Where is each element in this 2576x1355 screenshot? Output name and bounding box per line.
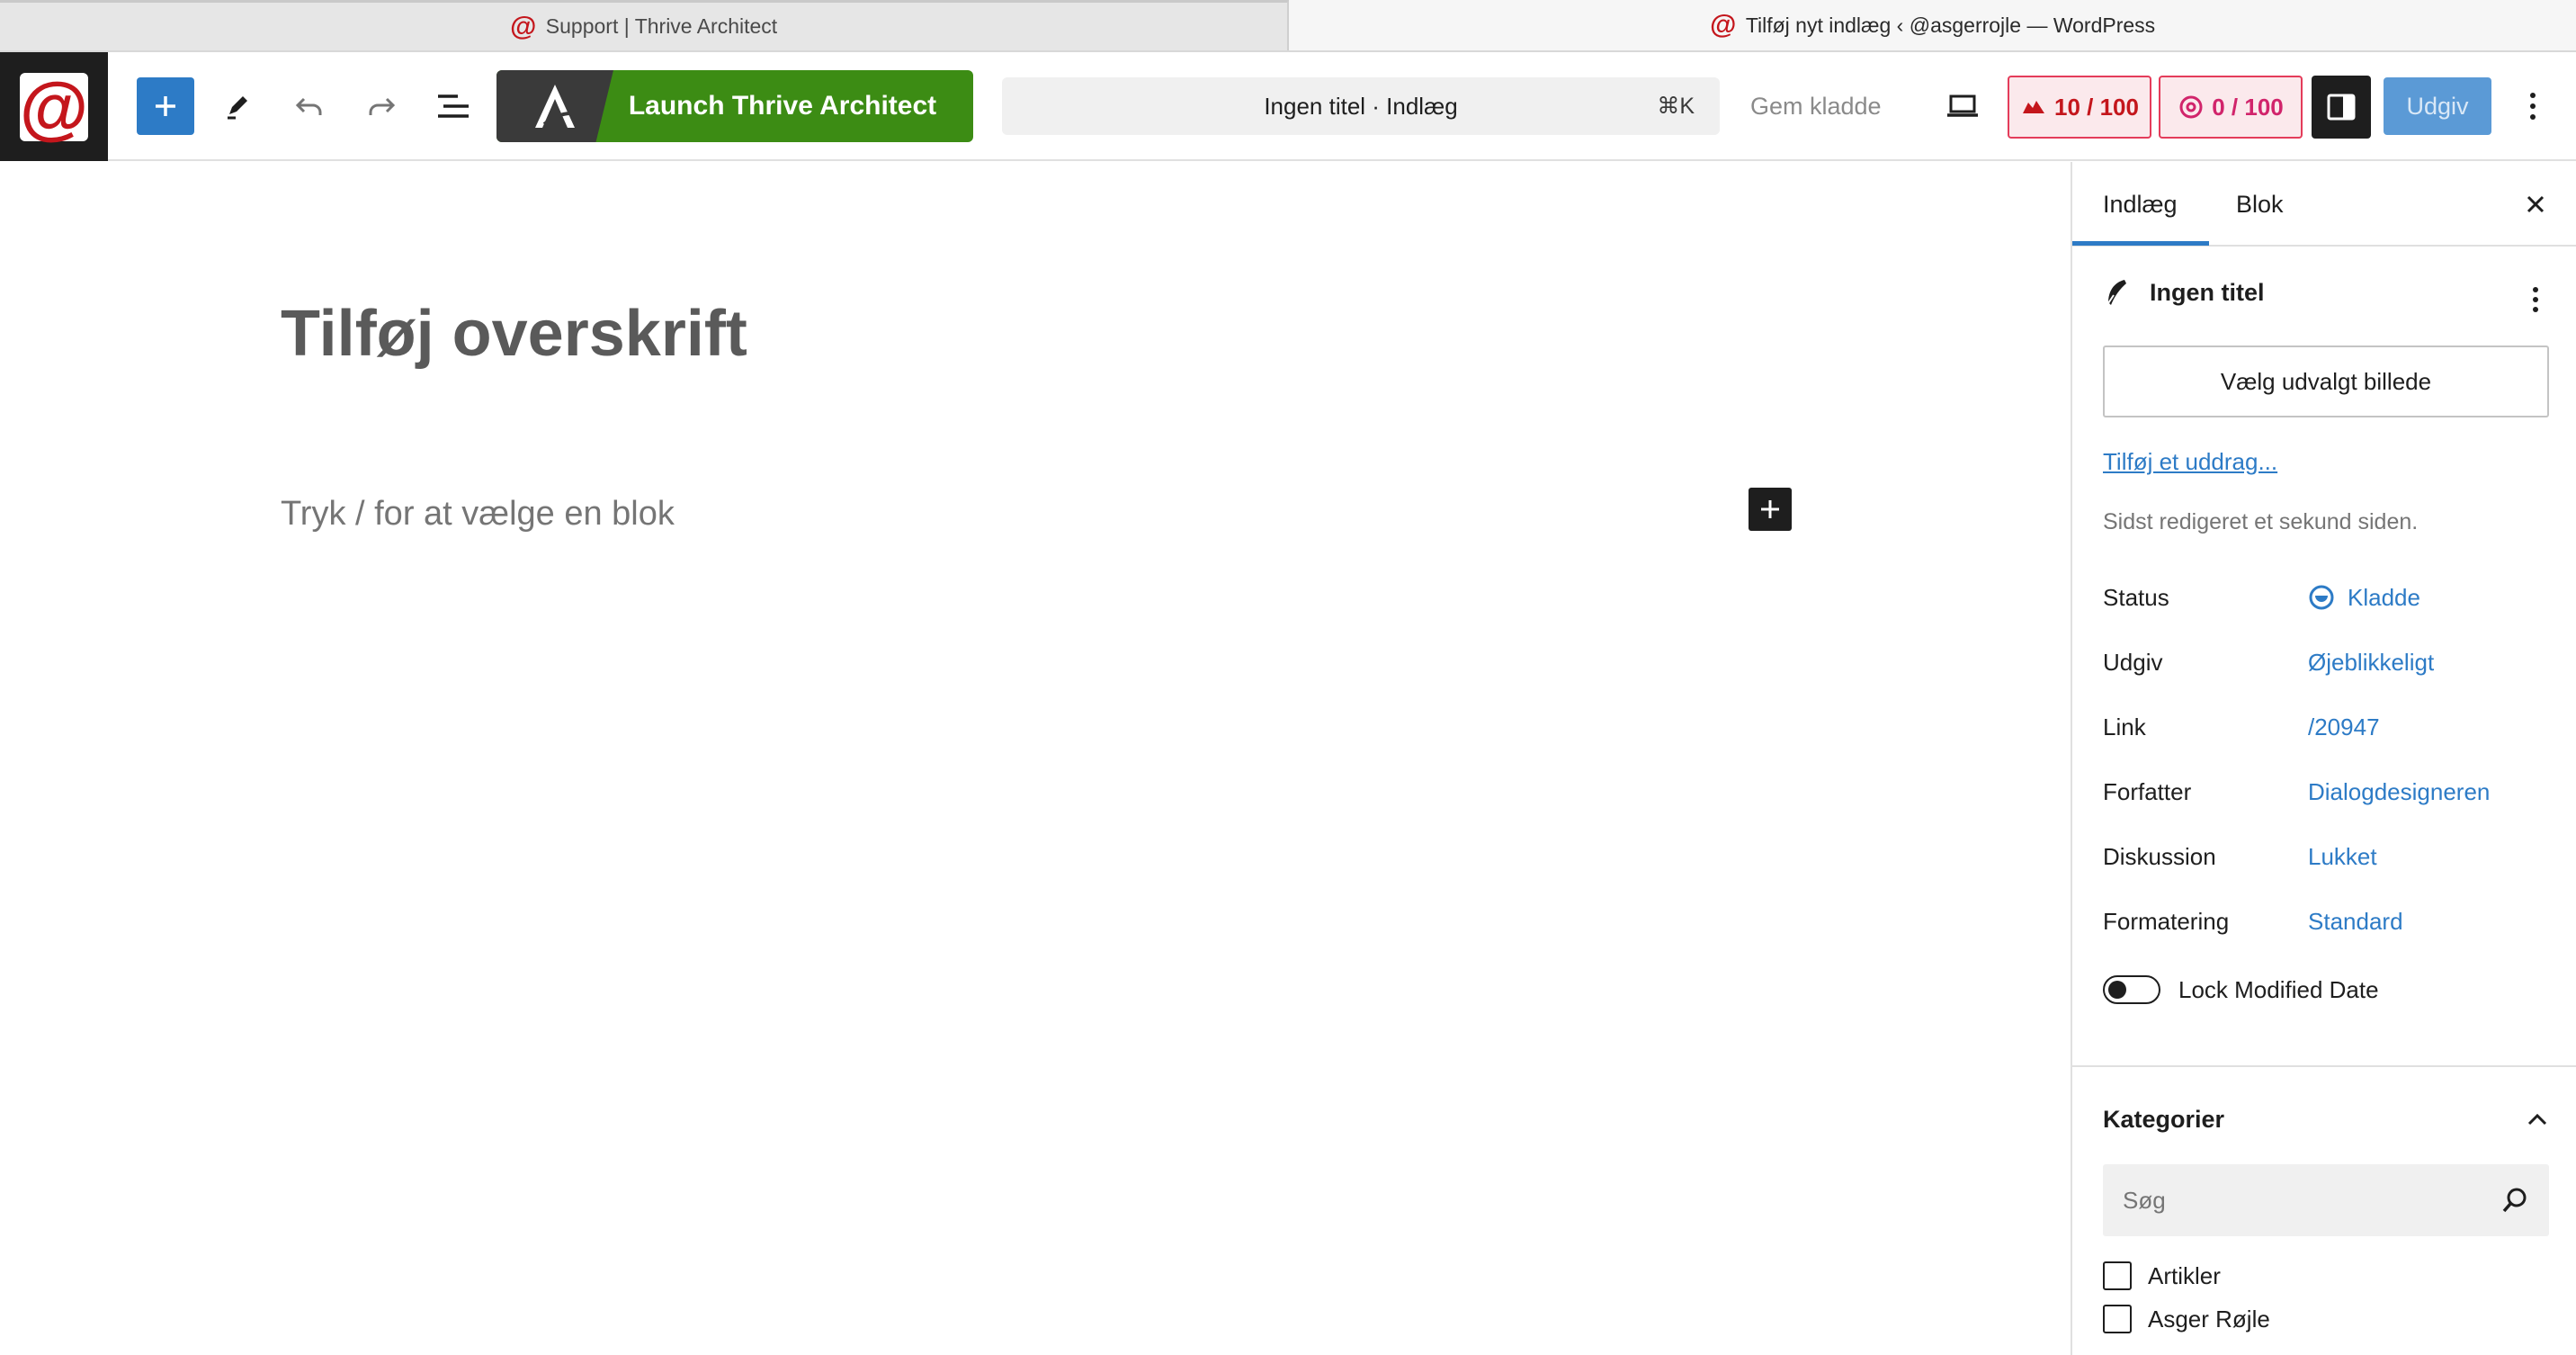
- command-shortcut: ⌘K: [1657, 94, 1695, 119]
- document-title: Ingen titel · Indlæg: [1264, 92, 1458, 120]
- meta-row-discussion: Diskussion Lukket: [2103, 837, 2549, 876]
- author-value[interactable]: Dialogdesigneren: [2308, 778, 2490, 806]
- plus-icon: [1761, 500, 1779, 518]
- site-logo-glyph: @: [19, 67, 89, 147]
- tools-button[interactable]: [209, 77, 266, 135]
- readability-score-button[interactable]: 0 / 100: [2159, 76, 2303, 139]
- inline-add-block-button[interactable]: [1749, 488, 1792, 531]
- publish-date-value[interactable]: Øjeblikkeligt: [2308, 649, 2434, 677]
- pencil-icon: [228, 96, 247, 120]
- status-label: Kladde: [2348, 583, 2420, 611]
- categories-heading: Kategorier: [2103, 1105, 2225, 1133]
- vertical-ellipsis-icon: [2530, 93, 2536, 120]
- redo-icon: [369, 97, 396, 115]
- category-label: Asger Røjle: [2148, 1305, 2270, 1333]
- plus-icon: [156, 96, 175, 116]
- options-menu-button[interactable]: [2504, 77, 2562, 135]
- save-draft-button[interactable]: Gem kladde: [1750, 77, 1882, 135]
- undo-button[interactable]: [281, 77, 338, 135]
- at-sign-icon: @: [510, 11, 537, 41]
- meta-row-format: Formatering Standard: [2103, 902, 2549, 941]
- last-edited-text: Sidst redigeret et sekund siden.: [2103, 509, 2419, 534]
- settings-sidebar: Indlæg Blok Ingen titel Vælg udvalgt bil…: [2071, 162, 2576, 1355]
- category-checkbox[interactable]: [2103, 1305, 2132, 1333]
- seo-score-button[interactable]: 10 / 100: [2008, 76, 2151, 139]
- document-title-bar[interactable]: Ingen titel · Indlæg ⌘K: [1002, 77, 1720, 135]
- sidebar-icon: [2327, 94, 2356, 121]
- featured-image-button[interactable]: Vælg udvalgt billede: [2103, 345, 2549, 417]
- meta-row-author: Forfatter Dialogdesigneren: [2103, 772, 2549, 812]
- chevron-up-icon: [2527, 1113, 2547, 1126]
- browser-tab-support[interactable]: @ Support | Thrive Architect: [0, 0, 1289, 50]
- category-item: Asger Røjle: [2103, 1305, 2270, 1333]
- meta-row-publish: Udgiv Øjeblikkeligt: [2103, 642, 2549, 682]
- panel-divider: [2072, 1065, 2576, 1067]
- site-logo-button[interactable]: @: [0, 52, 108, 161]
- tab-title: Tilføj nyt indlæg ‹ @asgerrojle — WordPr…: [1745, 13, 2156, 37]
- tab-post[interactable]: Indlæg: [2103, 162, 2178, 247]
- draft-status-icon: [2309, 585, 2334, 610]
- readability-plugin-icon: [2179, 95, 2203, 119]
- category-item: Artikler: [2103, 1261, 2221, 1290]
- post-actions-button[interactable]: [2508, 272, 2563, 328]
- active-tab-indicator: [2072, 241, 2209, 246]
- format-value[interactable]: Standard: [2308, 908, 2403, 936]
- category-search-box: [2103, 1164, 2549, 1236]
- undo-icon: [295, 97, 322, 115]
- meta-row-status: Status Kladde: [2103, 578, 2549, 617]
- status-value[interactable]: Kladde: [2308, 584, 2420, 612]
- post-summary-header: Ingen titel: [2103, 277, 2265, 308]
- document-overview-button[interactable]: [425, 77, 482, 135]
- redo-button[interactable]: [353, 77, 410, 135]
- lock-modified-date-row: Lock Modified Date: [2103, 975, 2379, 1004]
- categories-panel-toggle[interactable]: Kategorier: [2103, 1092, 2549, 1146]
- close-sidebar-button[interactable]: [2508, 176, 2563, 232]
- editor-header: @ Launch Thrive Architect Ingen titel · …: [0, 52, 2576, 161]
- site-logo-icon: @: [19, 67, 89, 147]
- meta-label: Udgiv: [2103, 648, 2163, 676]
- permalink-value[interactable]: /20947: [2308, 713, 2380, 741]
- lock-modified-date-label: Lock Modified Date: [2178, 975, 2379, 1003]
- meta-label: Formatering: [2103, 907, 2230, 935]
- meta-label: Link: [2103, 713, 2146, 740]
- feather-icon: [2106, 280, 2126, 307]
- browser-tab-bar: @ Support | Thrive Architect @ Tilføj ny…: [0, 0, 2576, 52]
- seo-plugin-icon: [2023, 101, 2044, 113]
- laptop-icon: [1947, 94, 1978, 117]
- thrive-architect-logo-icon: [496, 70, 613, 142]
- category-label: Artikler: [2148, 1261, 2221, 1289]
- category-checkbox[interactable]: [2103, 1261, 2132, 1290]
- list-view-icon: [438, 94, 469, 118]
- launch-thrive-architect-button[interactable]: Launch Thrive Architect: [496, 70, 973, 142]
- tab-block[interactable]: Blok: [2236, 162, 2284, 247]
- discussion-value[interactable]: Lukket: [2308, 843, 2377, 871]
- vertical-ellipsis-icon: [2533, 287, 2538, 312]
- thrive-label: Launch Thrive Architect: [628, 91, 937, 121]
- post-title-input[interactable]: Tilføj overskrift: [281, 297, 747, 371]
- block-placeholder[interactable]: Tryk / for at vælge en blok: [281, 495, 675, 534]
- publish-button[interactable]: Udgiv: [2384, 77, 2491, 135]
- editor-canvas: Tilføj overskrift Tryk / for at vælge en…: [0, 162, 2071, 1355]
- meta-row-link: Link /20947: [2103, 707, 2549, 747]
- add-excerpt-link[interactable]: Tilføj et uddrag...: [2103, 448, 2277, 476]
- at-sign-icon: @: [1710, 10, 1737, 40]
- meta-label: Diskussion: [2103, 842, 2216, 870]
- browser-tab-new-post[interactable]: @ Tilføj nyt indlæg ‹ @asgerrojle — Word…: [1289, 0, 2576, 50]
- add-block-button[interactable]: [137, 77, 194, 135]
- lock-modified-date-toggle[interactable]: [2103, 975, 2160, 1004]
- category-search-input[interactable]: [2123, 1186, 2464, 1215]
- readability-score-value: 0 / 100: [2212, 93, 2284, 121]
- post-title-label: Ingen titel: [2150, 278, 2265, 306]
- seo-score-value: 10 / 100: [2054, 93, 2139, 121]
- meta-label: Status: [2103, 583, 2169, 611]
- search-icon[interactable]: [2500, 1186, 2529, 1215]
- close-icon: [2527, 195, 2545, 213]
- meta-label: Forfatter: [2103, 777, 2192, 805]
- tab-title: Support | Thrive Architect: [545, 14, 778, 38]
- settings-sidebar-toggle[interactable]: [2312, 76, 2371, 139]
- toggle-knob: [2108, 981, 2126, 999]
- sidebar-tabs: Indlæg Blok: [2072, 162, 2576, 247]
- preview-button[interactable]: [1934, 77, 1991, 135]
